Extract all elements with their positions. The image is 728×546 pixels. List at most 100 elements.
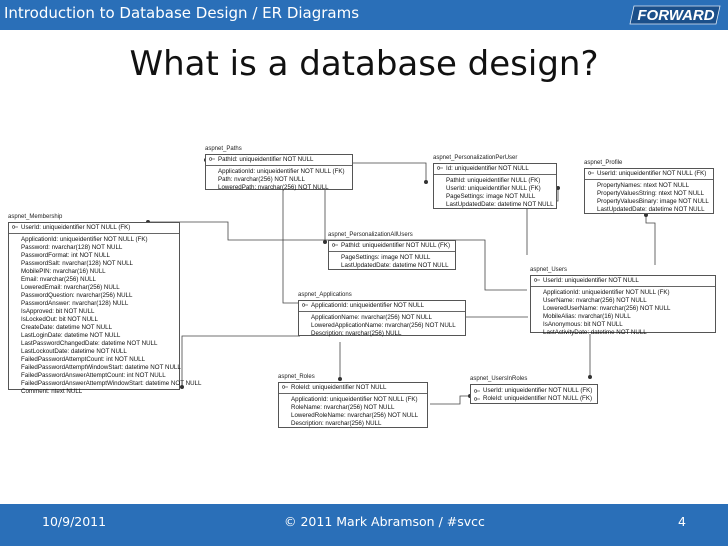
key-icon — [282, 385, 288, 389]
footer-bar: 10/9/2011 © 2011 Mark Abramson / #svcc 4 — [0, 504, 728, 546]
entity-field: PropertyValuesBinary: image NOT NULL — [597, 198, 709, 205]
key-icon — [474, 397, 480, 401]
key-icon — [209, 157, 215, 161]
entity-field: UserId: uniqueidentifier NOT NULL (FK) — [483, 387, 593, 394]
slide-title: What is a database design? — [129, 44, 599, 84]
key-icon — [588, 171, 594, 175]
link-roles-uir — [430, 395, 470, 405]
entity-personalization-per-user: aspnet_PersonalizationPerUser Id: uniquei… — [433, 155, 557, 209]
entity-field: FailedPasswordAnswerAttemptCount: int NO… — [21, 372, 166, 379]
link-paths-ppu — [352, 162, 427, 181]
entity-box: ApplicationId: uniqueidentifier NOT NULL… — [298, 300, 466, 337]
entity-box: UserId: uniqueidentifier NOT NULL Applica… — [530, 275, 716, 336]
entity-field: LoweredUserName: nvarchar(256) NOT NULL — [543, 305, 671, 312]
entity-field: ApplicationId: uniqueidentifier NOT NULL… — [21, 236, 148, 243]
primary-key-field: RoleId: uniqueidentifier NOT NULL — [291, 384, 387, 391]
entity-box: UserId: uniqueidentifier NOT NULL (FK) Pr… — [584, 168, 714, 214]
entity-field: LastLockoutDate: datetime NOT NULL — [21, 348, 127, 355]
entity-field: IsLockedOut: bit NOT NULL — [21, 316, 98, 323]
key-icon — [534, 278, 540, 282]
entity-name: aspnet_Users — [530, 267, 568, 273]
key-icon — [437, 166, 443, 170]
primary-key-section: Id: uniqueidentifier NOT NULL — [434, 164, 556, 175]
entity-field: RoleId: uniqueidentifier NOT NULL (FK) — [483, 395, 593, 402]
primary-key-section: UserId: uniqueidentifier NOT NULL (FK) — [585, 169, 713, 180]
entity-field: FailedPasswordAnswerAttemptWindowStart: … — [21, 380, 202, 387]
entity-profile: aspnet_Profile UserId: uniqueidentifier N… — [584, 160, 714, 214]
entity-field: PageSettings: image NOT NULL — [446, 193, 536, 200]
forward-logo: FORWARD — [629, 5, 721, 25]
logo-text: FORWARD — [637, 7, 714, 24]
entity-name: aspnet_Membership — [8, 214, 63, 220]
entity-box: RoleId: uniqueidentifier NOT NULL Applica… — [278, 382, 428, 428]
page-number: 4 — [678, 514, 686, 529]
key-icon — [332, 243, 338, 247]
entity-field: PathId: uniqueidentifier NULL (FK) — [446, 177, 541, 184]
primary-key-field: Id: uniqueidentifier NOT NULL — [446, 165, 529, 172]
entity-box: PathId: uniqueidentifier NOT NULL (FK) Pa… — [328, 240, 456, 270]
primary-key-field: PathId: uniqueidentifier NOT NULL (FK) — [341, 242, 451, 249]
primary-key-section: RoleId: uniqueidentifier NOT NULL — [279, 383, 427, 394]
entity-name: aspnet_Paths — [205, 146, 242, 152]
entity-applications: aspnet_Applications ApplicationId: unique… — [298, 292, 466, 337]
entity-users-in-roles: aspnet_UsersInRoles UserId: uniqueidentif… — [470, 376, 598, 404]
primary-key-section: UserId: uniqueidentifier NOT NULL — [531, 276, 715, 287]
entity-field: Comment: ntext NULL — [21, 388, 83, 395]
primary-key-field: ApplicationId: uniqueidentifier NOT NULL — [311, 302, 425, 309]
entity-box: PathId: uniqueidentifier NOT NULL Applica… — [205, 154, 353, 191]
entity-name: aspnet_PersonalizationPerUser — [433, 155, 518, 161]
primary-key-field: UserId: uniqueidentifier NOT NULL (FK) — [21, 224, 131, 231]
entity-paths: aspnet_Paths PathId: uniqueidentifier NOT… — [205, 146, 353, 191]
footer-copyright: © 2011 Mark Abramson / #svcc — [284, 514, 485, 529]
primary-key-field: UserId: uniqueidentifier NOT NULL (FK) — [597, 170, 707, 177]
primary-key-section: PathId: uniqueidentifier NOT NULL (FK) — [329, 241, 455, 252]
header-bar: Introduction to Database Design / ER Dia… — [0, 0, 728, 30]
entity-name: aspnet_Profile — [584, 160, 623, 166]
entity-field: IsAnonymous: bit NOT NULL — [543, 321, 623, 328]
entity-field: PasswordSalt: nvarchar(128) NOT NULL — [21, 260, 133, 267]
footer-date: 10/9/2011 — [42, 514, 107, 529]
entity-field: PropertyValuesString: ntext NOT NULL — [597, 190, 705, 197]
entity-field: PasswordAnswer: nvarchar(128) NULL — [21, 300, 129, 307]
entity-field: ApplicationId: uniqueidentifier NOT NULL… — [218, 168, 345, 175]
entity-users: aspnet_Users UserId: uniqueidentifier NOT… — [530, 267, 716, 336]
entity-field: Password: nvarchar(128) NOT NULL — [21, 244, 123, 251]
link-users-profile — [645, 215, 656, 265]
entity-field: CreateDate: datetime NOT NULL — [21, 324, 113, 331]
entity-field: Description: nvarchar(256) NULL — [291, 420, 382, 427]
entity-field: ApplicationId: uniqueidentifier NOT NULL… — [543, 289, 670, 296]
entity-field: LoweredPath: nvarchar(256) NOT NULL — [218, 184, 329, 191]
entity-box: UserId: uniqueidentifier NOT NULL (FK) Ro… — [470, 384, 598, 404]
primary-key-section: ApplicationId: uniqueidentifier NOT NULL — [299, 301, 465, 312]
entity-field: LoweredApplicationName: nvarchar(256) NO… — [311, 322, 456, 329]
entity-field: MobileAlias: nvarchar(16) NULL — [543, 313, 631, 320]
header-title: Introduction to Database Design / ER Dia… — [4, 4, 360, 22]
entity-field: PasswordQuestion: nvarchar(256) NULL — [21, 292, 133, 299]
entity-name: aspnet_Applications — [298, 292, 352, 298]
entity-name: aspnet_UsersInRoles — [470, 376, 528, 382]
entity-field: FailedPasswordAttemptWindowStart: dateti… — [21, 364, 181, 371]
entity-name: aspnet_Roles — [278, 374, 315, 380]
entity-personalization-all-users: aspnet_PersonalizationAllUsers PathId: un… — [328, 232, 456, 270]
entity-field: LastUpdatedDate: datetime NOT NULL — [597, 206, 705, 213]
entity-field: RoleName: nvarchar(256) NOT NULL — [291, 404, 395, 411]
entity-field: LastPasswordChangedDate: datetime NOT NU… — [21, 340, 158, 347]
entity-field: LastUpdatedDate: datetime NOT NULL — [341, 262, 449, 269]
entity-field: UserName: nvarchar(256) NOT NULL — [543, 297, 647, 304]
entity-field: PropertyNames: ntext NOT NULL — [597, 182, 690, 189]
entity-field: PasswordFormat: int NOT NULL — [21, 252, 110, 259]
entity-field: PageSettings: image NOT NULL — [341, 254, 431, 261]
entity-membership: aspnet_Membership UserId: uniqueidentifie… — [8, 214, 201, 395]
primary-key-section: PathId: uniqueidentifier NOT NULL — [206, 155, 352, 166]
key-icon — [12, 225, 18, 229]
entity-field: Description: nvarchar(256) NULL — [311, 330, 402, 337]
primary-key-field: PathId: uniqueidentifier NOT NULL — [218, 156, 314, 163]
entity-field: LastUpdatedDate: datetime NOT NULL — [446, 201, 554, 208]
key-icon — [302, 303, 308, 307]
entity-roles: aspnet_Roles RoleId: uniqueidentifier NOT… — [278, 374, 428, 428]
entity-field: Path: nvarchar(256) NOT NULL — [218, 176, 305, 183]
entity-field: ApplicationName: nvarchar(256) NOT NULL — [311, 314, 432, 321]
key-icon — [474, 389, 480, 393]
entity-field: MobilePIN: nvarchar(16) NULL — [21, 268, 106, 275]
entity-field: LoweredRoleName: nvarchar(256) NOT NULL — [291, 412, 419, 419]
